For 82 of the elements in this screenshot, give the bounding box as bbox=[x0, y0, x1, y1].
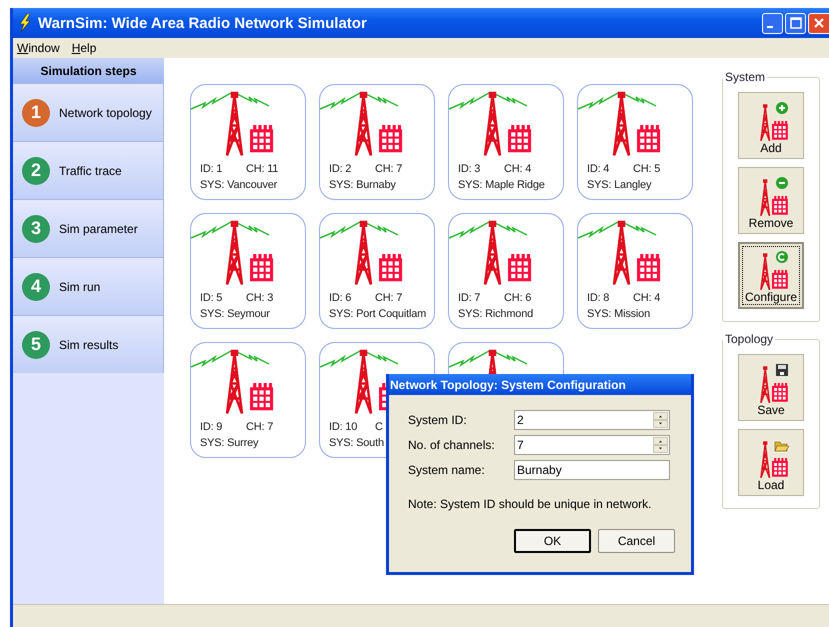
channel-count: CH: 11 bbox=[246, 162, 278, 177]
system-name: SYS: Seymour bbox=[200, 307, 270, 322]
system-card[interactable]: ID: 8 CH: 4 SYS: Mission bbox=[577, 213, 693, 329]
sidebar-title: Simulation steps bbox=[13, 58, 164, 83]
step-number: 3 bbox=[22, 214, 50, 242]
system-name: SYS: Mission bbox=[587, 307, 650, 322]
spinner-arrows[interactable] bbox=[653, 437, 668, 453]
ok-button[interactable]: OK bbox=[514, 529, 591, 553]
step-item[interactable]: 2 Traffic trace bbox=[13, 141, 164, 199]
step-item[interactable]: 3 Sim parameter bbox=[13, 199, 164, 257]
group-title: Topology bbox=[724, 332, 774, 346]
save-button[interactable]: Save bbox=[738, 354, 804, 421]
system-card[interactable]: ID: 4 CH: 5 SYS: Langley bbox=[577, 84, 693, 200]
field-label: System name: bbox=[408, 463, 486, 477]
spinner-arrows[interactable] bbox=[653, 412, 668, 428]
channel-count: CH: 5 bbox=[633, 162, 660, 177]
system-id: ID: 8 bbox=[587, 291, 610, 306]
group-title: System bbox=[724, 70, 766, 84]
maximize-icon bbox=[790, 17, 802, 29]
spinner-field[interactable]: 2 bbox=[514, 410, 670, 430]
maximize-button[interactable] bbox=[785, 12, 806, 34]
window-title: WarnSim: Wide Area Radio Network Simulator bbox=[38, 14, 367, 32]
close-button[interactable] bbox=[808, 12, 829, 34]
system-id: ID: 10 bbox=[329, 420, 358, 435]
minimize-button[interactable] bbox=[762, 12, 783, 34]
system-name: SYS: Maple Ridge bbox=[458, 178, 545, 193]
dialog-title: Network Topology: System Configuration bbox=[389, 374, 691, 395]
note-text: Note: System ID should be unique in network. bbox=[407, 496, 652, 511]
remove-button[interactable]: Remove bbox=[738, 167, 804, 234]
system-id: ID: 5 bbox=[200, 291, 224, 306]
system-name: SYS: Richmond bbox=[458, 307, 534, 322]
channel-count: C bbox=[375, 420, 383, 435]
step-item[interactable]: 5 Sim results bbox=[13, 315, 164, 373]
channel-count: CH: 6 bbox=[504, 291, 532, 306]
step-label: Traffic trace bbox=[59, 164, 122, 178]
system-name: SYS: Port Coquitlam bbox=[329, 307, 426, 322]
system-id: ID: 1 bbox=[200, 162, 224, 177]
spinner-field[interactable]: 7 bbox=[514, 435, 670, 455]
step-item[interactable]: 4 Sim run bbox=[13, 257, 164, 315]
system-card[interactable]: ID: 7 CH: 6 SYS: Richmond bbox=[448, 213, 564, 329]
step-label: Sim parameter bbox=[59, 222, 138, 236]
step-label: Sim run bbox=[59, 280, 100, 294]
system-name: SYS: Vancouver bbox=[200, 178, 278, 193]
system-card[interactable]: ID: 2 CH: 7 SYS: Burnaby bbox=[319, 84, 435, 200]
system-id: ID: 2 bbox=[329, 162, 352, 177]
configure-button[interactable]: Configure bbox=[738, 242, 804, 309]
step-label: Sim results bbox=[59, 338, 118, 352]
channel-count: CH: 4 bbox=[504, 162, 532, 177]
step-number: 5 bbox=[22, 330, 50, 358]
menu-item[interactable]: Window bbox=[17, 41, 60, 55]
channel-count: CH: 4 bbox=[633, 291, 660, 306]
step-item[interactable]: 1 Network topology bbox=[13, 83, 164, 141]
load-button[interactable]: Load bbox=[738, 429, 804, 496]
step-number: 2 bbox=[22, 156, 50, 184]
system-card[interactable]: ID: 3 CH: 4 SYS: Maple Ridge bbox=[448, 84, 564, 200]
system-card[interactable]: ID: 6 CH: 7 SYS: Port Coquitlam bbox=[319, 213, 435, 329]
menu-item[interactable]: Help bbox=[72, 41, 96, 55]
system-name: SYS: Surrey bbox=[200, 436, 258, 451]
step-label: Network topology bbox=[59, 106, 152, 120]
input-field[interactable]: Burnaby bbox=[514, 460, 670, 480]
system-id: ID: 4 bbox=[587, 162, 610, 177]
lightning-icon bbox=[18, 14, 32, 32]
system-card[interactable]: ID: 5 CH: 3 SYS: Seymour bbox=[190, 213, 306, 329]
system-card[interactable]: ID: 1 CH: 11 SYS: Vancouver bbox=[190, 84, 306, 200]
system-id: ID: 3 bbox=[458, 162, 482, 177]
system-id: ID: 6 bbox=[329, 291, 352, 306]
system-card[interactable]: ID: 9 CH: 7 SYS: Surrey bbox=[190, 342, 306, 458]
channel-count: CH: 3 bbox=[246, 291, 274, 306]
channel-count: CH: 7 bbox=[375, 291, 402, 306]
system-name: SYS: Langley bbox=[587, 178, 652, 193]
cancel-button[interactable]: Cancel bbox=[598, 529, 675, 553]
minimize-icon bbox=[767, 26, 773, 28]
system-id: ID: 9 bbox=[200, 420, 224, 435]
step-number: 1 bbox=[22, 98, 50, 126]
close-icon bbox=[813, 17, 825, 29]
channel-count: CH: 7 bbox=[375, 162, 402, 177]
system-id: ID: 7 bbox=[458, 291, 482, 306]
system-name: SYS: Burnaby bbox=[329, 178, 396, 193]
channel-count: CH: 7 bbox=[246, 420, 274, 435]
step-number: 4 bbox=[22, 272, 50, 300]
system-name: SYS: South bbox=[329, 436, 384, 451]
add-button[interactable]: Add bbox=[738, 92, 804, 159]
